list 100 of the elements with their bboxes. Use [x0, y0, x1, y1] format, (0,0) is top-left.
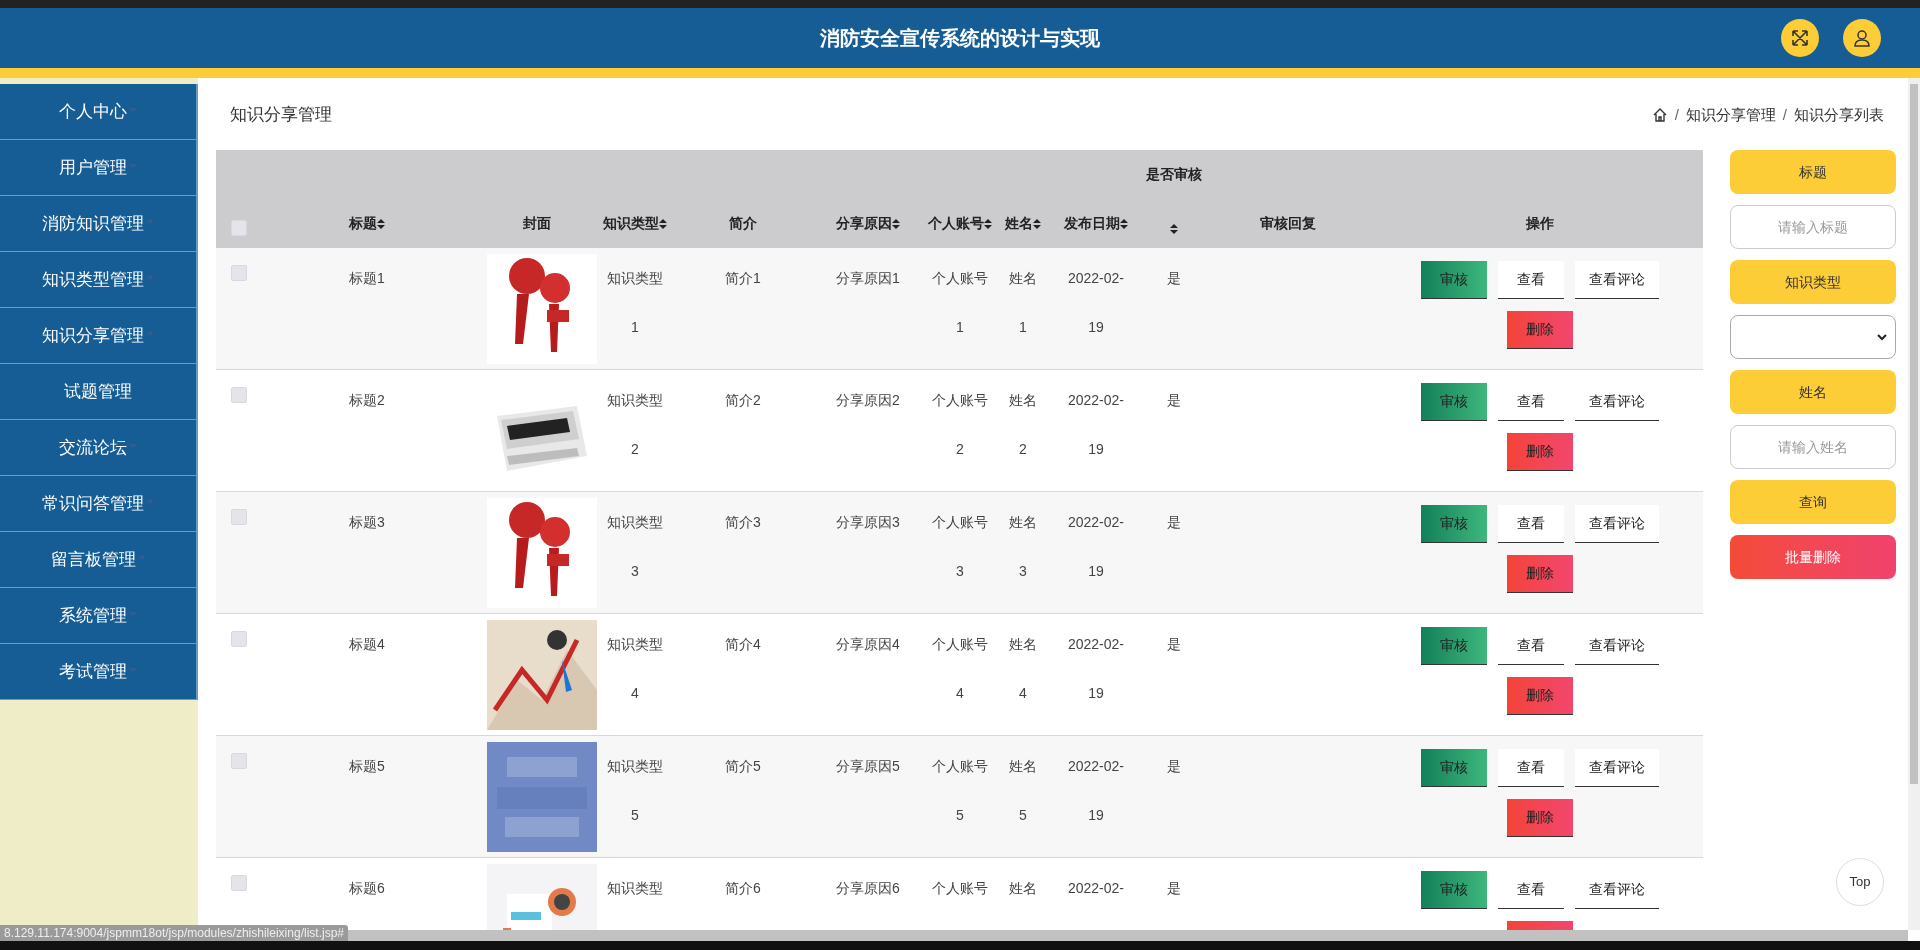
column-header: 分享原因 — [836, 214, 892, 233]
view-button[interactable]: 查看 — [1497, 505, 1564, 543]
breadcrumb-separator: / — [1673, 104, 1680, 125]
sidebar-item[interactable]: 系统管理 — [0, 588, 196, 644]
table-cell-text: 个人账号 — [931, 879, 989, 898]
sidebar-item[interactable]: 消防知识管理 — [0, 196, 196, 252]
review-button[interactable]: 审核 — [1420, 383, 1487, 421]
table-cell-text: 2022-02-19 — [1066, 635, 1125, 703]
view-button[interactable]: 查看 — [1497, 749, 1564, 787]
table-cell-text: 姓名2 — [1008, 391, 1038, 459]
column-header: 审核回复 — [1260, 214, 1316, 233]
table-cell-text: 简介5 — [725, 757, 761, 776]
table-cell-text: 姓名5 — [1008, 757, 1038, 825]
column-header: 封面 — [523, 214, 551, 233]
batch-delete-button[interactable]: 批量删除 — [1730, 535, 1896, 579]
table-cell-text: 分享原因5 — [836, 757, 900, 776]
vertical-scrollbar[interactable] — [1908, 78, 1920, 930]
row-checkbox[interactable] — [231, 265, 247, 281]
sidebar-item[interactable]: 个人中心 — [0, 84, 196, 140]
breadcrumb-link[interactable]: 知识分享列表 — [1794, 103, 1884, 127]
table-cell-text: 个人账号2 — [931, 391, 989, 459]
table-cell-text: 简介3 — [725, 513, 761, 532]
search-button[interactable]: 查询 — [1730, 480, 1896, 524]
table-cell-text: 2022-02-19 — [1066, 269, 1125, 337]
table-cell-text: 是 — [1167, 269, 1181, 288]
sidebar-item[interactable]: 试题管理 — [0, 364, 196, 420]
table-cell-text: 标题1 — [349, 269, 385, 288]
search-field[interactable]: 请输入标题 — [1730, 205, 1896, 249]
column-header: 知识类型 — [603, 214, 659, 233]
filter-label-button[interactable]: 姓名 — [1730, 370, 1896, 414]
table-cell-text: 简介6 — [725, 879, 761, 898]
table-cell-text: 个人账号4 — [931, 635, 989, 703]
user-button[interactable] — [1843, 19, 1881, 57]
column-header: 发布日期 — [1064, 214, 1120, 233]
select-all-checkbox[interactable] — [231, 220, 247, 236]
table-cell-text: 标题3 — [349, 513, 385, 532]
table-cell-text: 知识类型1 — [606, 269, 664, 337]
sidebar-item[interactable]: 常识问答管理 — [0, 476, 196, 532]
status-url-tooltip: 8.129.11.174:9004/jspmm18ot/jsp/modules/zhishileixing/list.jsp# — [0, 925, 348, 941]
search-field[interactable]: 请输入姓名 — [1730, 425, 1896, 469]
delete-button[interactable]: 删除 — [1506, 799, 1573, 837]
view-button[interactable]: 查看评论 — [1574, 261, 1659, 299]
breadcrumb-link[interactable]: 知识分享管理 — [1685, 103, 1776, 127]
view-button[interactable]: 查看评论 — [1574, 749, 1659, 787]
column-header: 个人账号 — [928, 214, 984, 233]
fullscreen-button[interactable] — [1781, 19, 1819, 57]
table-cell-text: 2022-02-19 — [1066, 391, 1125, 459]
review-button[interactable]: 审核 — [1420, 261, 1487, 299]
review-button[interactable]: 审核 — [1420, 749, 1487, 787]
table-cell-text: 个人账号3 — [931, 513, 989, 581]
filter-label-button[interactable]: 知识类型 — [1730, 260, 1896, 304]
expand-icon — [1791, 29, 1809, 47]
table-cell-text: 知识类型2 — [606, 391, 664, 459]
table-cell-text: 2022-02-19 — [1066, 757, 1125, 825]
delete-button[interactable]: 删除 — [1506, 677, 1573, 715]
table-cell-text: 是 — [1167, 513, 1181, 532]
table-cell-text: 个人账号5 — [931, 757, 989, 825]
table-cell-text: 知识类型4 — [606, 635, 664, 703]
sidebar-item[interactable]: 留言板管理 — [0, 532, 196, 588]
table-cell-text: 姓名1 — [1008, 269, 1038, 337]
table-cell-text: 姓名 — [1008, 879, 1038, 898]
sidebar-item[interactable]: 知识类型管理 — [0, 252, 196, 308]
row-checkbox[interactable] — [231, 753, 247, 769]
column-header: 操作 — [1525, 214, 1554, 233]
table-cell-text: 是 — [1167, 391, 1181, 410]
review-button[interactable]: 审核 — [1420, 505, 1487, 543]
sidebar-item[interactable]: 知识分享管理 — [0, 308, 196, 364]
table-cell-text: 分享原因1 — [836, 269, 900, 288]
table-cell-text: 简介2 — [725, 391, 761, 410]
filter-label-button[interactable]: 标题 — [1730, 150, 1896, 194]
table-cell-text: 分享原因2 — [836, 391, 900, 410]
user-icon — [1853, 29, 1871, 47]
table-cell-text: 是 — [1167, 635, 1181, 654]
delete-button[interactable]: 删除 — [1506, 555, 1573, 593]
table-cell-text: 个人账号1 — [931, 269, 989, 337]
back-to-top-button[interactable]: Top — [1836, 858, 1884, 906]
table-cell-text: 知识类型5 — [606, 757, 664, 825]
table-cell-text: 简介1 — [725, 269, 761, 288]
table-cell-text: 知识类型3 — [606, 513, 664, 581]
review-button[interactable]: 审核 — [1420, 871, 1487, 909]
sidebar-item[interactable]: 交流论坛 — [0, 420, 196, 476]
column-header: 姓名 — [1005, 214, 1033, 233]
row-checkbox[interactable] — [231, 875, 247, 891]
row-checkbox[interactable] — [231, 509, 247, 525]
table-cell-text: 标题4 — [349, 635, 385, 654]
table-cell-text: 是 — [1167, 757, 1181, 776]
sidebar-item[interactable]: 用户管理 — [0, 140, 196, 196]
type-dropdown[interactable] — [1730, 315, 1896, 359]
table-cell-text: 简介4 — [725, 635, 761, 654]
row-checkbox[interactable] — [231, 631, 247, 647]
sidebar-item[interactable]: 考试管理 — [0, 644, 196, 700]
row-checkbox[interactable] — [231, 387, 247, 403]
app-title: 消防安全宣传系统的设计与实现 — [820, 26, 1100, 51]
delete-button[interactable]: 删除 — [1506, 433, 1573, 471]
table-cell-text: 知识类型 — [606, 879, 664, 898]
review-button[interactable]: 审核 — [1420, 627, 1487, 665]
delete-button[interactable]: 删除 — [1506, 311, 1573, 349]
view-button[interactable]: 查看评论 — [1574, 505, 1659, 543]
table-cell-text: 分享原因4 — [836, 635, 900, 654]
view-button[interactable]: 查看 — [1497, 261, 1564, 299]
